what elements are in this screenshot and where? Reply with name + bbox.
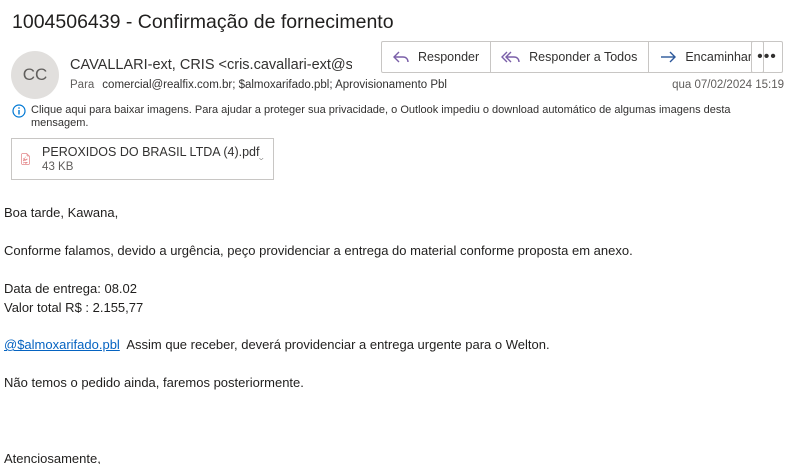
sent-date: qua 07/02/2024 15:19 xyxy=(672,79,784,91)
reply-actions-group: Responder Responder a Todos Encaminhar xyxy=(381,41,765,73)
email-subject: 1004506439 - Confirmação de fornecimento xyxy=(12,11,394,33)
body-closing: Atenciosamente, xyxy=(4,451,101,464)
chevron-down-icon[interactable] xyxy=(259,155,264,163)
body-total-value: Valor total R$ : 2.155,77 xyxy=(4,300,144,315)
pdf-file-icon: PDF xyxy=(21,153,30,165)
body-greeting: Boa tarde, Kawana, xyxy=(4,205,119,220)
reply-label: Responder xyxy=(418,50,480,64)
forward-icon xyxy=(661,51,677,63)
sender-name[interactable]: CAVALLARI-ext, CRIS <cris.cavallari-ext@… xyxy=(70,57,352,73)
mention-text: Assim que receber, deverá providenciar a… xyxy=(119,337,550,352)
attachment-card[interactable]: PDF PEROXIDOS DO BRASIL LTDA (4).pdf 43 … xyxy=(11,138,274,180)
more-actions-button[interactable]: ••• xyxy=(751,41,783,73)
reply-all-button[interactable]: Responder a Todos xyxy=(491,42,650,72)
body-paragraph-1: Conforme falamos, devido a urgência, peç… xyxy=(4,243,633,258)
reply-all-label: Responder a Todos xyxy=(529,50,638,64)
image-blocked-notice[interactable]: Clique aqui para baixar imagens. Para aj… xyxy=(12,104,784,130)
forward-button[interactable]: Encaminhar xyxy=(649,42,763,72)
reply-button[interactable]: Responder xyxy=(382,42,492,72)
body-paragraph-3: Não temos o pedido ainda, faremos poster… xyxy=(4,375,304,390)
mention-link[interactable]: @$almoxarifado.pbl xyxy=(4,337,120,352)
recipients-list[interactable]: comercial@realfix.com.br; $almoxarifado.… xyxy=(102,79,447,91)
attachment-name: PEROXIDOS DO BRASIL LTDA (4).pdf xyxy=(42,145,260,159)
forward-label: Encaminhar xyxy=(685,50,753,64)
attachment-meta: PEROXIDOS DO BRASIL LTDA (4).pdf 43 KB xyxy=(42,145,259,173)
info-icon xyxy=(12,104,26,118)
to-label: Para xyxy=(70,79,95,91)
attachment-size: 43 KB xyxy=(42,161,74,173)
body-mention-line: @$almoxarifado.pbl Assim que receber, de… xyxy=(4,337,550,352)
reply-all-icon xyxy=(501,51,520,63)
body-delivery-date: Data de entrega: 08.02 xyxy=(4,281,137,296)
sender-avatar[interactable]: CC xyxy=(11,51,59,99)
image-blocked-text[interactable]: Clique aqui para baixar imagens. Para aj… xyxy=(31,104,784,130)
recipients-line: Para comercial@realfix.com.br; $almoxarif… xyxy=(70,79,447,91)
reply-icon xyxy=(393,51,409,63)
